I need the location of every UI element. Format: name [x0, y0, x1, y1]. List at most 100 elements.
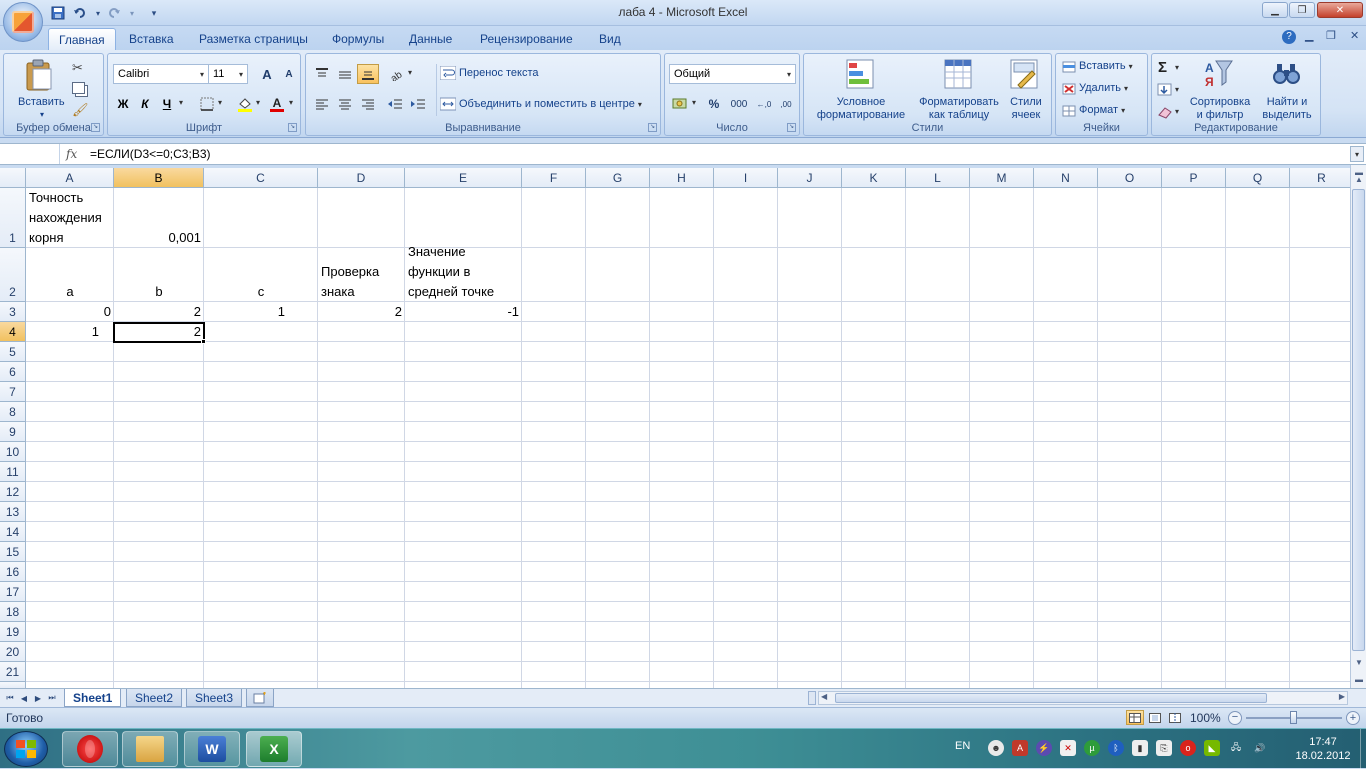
worksheet-grid[interactable]: ABCDEFGHIJKLMNOPQR 1 2 3 4 5 6 7 8 9 10 11 12 13 14 15… — [0, 168, 1350, 688]
sort-filter-line1[interactable]: Сортировка — [1185, 96, 1255, 109]
row-header-17[interactable]: 17 — [0, 582, 26, 602]
update-tray-icon[interactable]: ⚡ — [1036, 740, 1052, 756]
fill-color-icon[interactable] — [234, 94, 256, 114]
column-header-d[interactable]: D — [318, 168, 405, 188]
help-icon[interactable]: ? — [1282, 30, 1296, 44]
column-header-b[interactable]: B — [114, 168, 204, 188]
row-header-20[interactable]: 20 — [0, 642, 26, 662]
undo-dropdown-icon[interactable]: ▾ — [90, 5, 106, 21]
column-header-a[interactable]: A — [26, 168, 114, 188]
column-header-f[interactable]: F — [522, 168, 586, 188]
network-tray-icon[interactable]: 🖧 — [1228, 740, 1244, 756]
ribbon-minimize-icon[interactable]: ▁ — [1305, 29, 1313, 42]
row-header-18[interactable]: 18 — [0, 602, 26, 622]
next-sheet-icon[interactable]: ▶ — [32, 691, 44, 705]
scroll-up-icon[interactable]: ▲ — [1352, 172, 1366, 187]
tab-formulas[interactable]: Формулы — [322, 28, 394, 50]
ribbon-close-icon[interactable]: ✕ — [1350, 29, 1359, 42]
orientation-dropdown-icon[interactable]: ▾ — [408, 68, 412, 77]
row-header-5[interactable]: 5 — [0, 342, 26, 362]
cell-styles-line2[interactable]: ячеек — [1004, 109, 1048, 122]
horizontal-scrollbar[interactable]: ◀ ▶ — [818, 691, 1348, 705]
cut-icon[interactable]: ✂ — [72, 60, 83, 76]
cell-D2[interactable]: Проверка знака — [318, 262, 405, 302]
zoom-out-icon[interactable]: − — [1228, 711, 1242, 725]
column-header-m[interactable]: M — [970, 168, 1034, 188]
sort-filter-line2[interactable]: и фильтр — [1185, 109, 1255, 122]
column-header-o[interactable]: O — [1098, 168, 1162, 188]
undo-icon[interactable] — [72, 5, 88, 21]
decrease-indent-icon[interactable] — [384, 94, 406, 114]
scroll-right-icon[interactable]: ▶ — [1339, 692, 1345, 701]
security-tray-icon[interactable]: ✕ — [1060, 740, 1076, 756]
find-select-icon[interactable] — [1272, 60, 1302, 93]
skull-tray-icon[interactable]: ☻ — [988, 740, 1004, 756]
save-icon[interactable] — [50, 5, 66, 21]
vertical-scroll-thumb[interactable] — [1352, 189, 1365, 651]
conditional-formatting-line1[interactable]: Условное — [811, 96, 911, 109]
column-header-i[interactable]: I — [714, 168, 778, 188]
clipboard-launcher-icon[interactable]: ↘ — [91, 123, 100, 132]
thousands-button[interactable]: 000 — [726, 94, 752, 114]
device-tray-icon[interactable]: ▮ — [1132, 740, 1148, 756]
align-top-icon[interactable] — [311, 64, 333, 84]
insert-cells-button[interactable]: Вставить ▾ — [1062, 60, 1133, 73]
row-header-16[interactable]: 16 — [0, 562, 26, 582]
redo-dropdown-icon[interactable]: ▾ — [124, 5, 140, 21]
usb-tray-icon[interactable]: ⎘ — [1156, 740, 1172, 756]
format-painter-icon[interactable]: 🖌 — [72, 102, 89, 118]
opera-tray-icon[interactable]: o — [1180, 740, 1196, 756]
merge-center-button[interactable]: Объединить и поместить в центре ▾ — [440, 97, 642, 111]
number-launcher-icon[interactable]: ↘ — [787, 123, 796, 132]
find-select-line1[interactable]: Найти и — [1254, 96, 1320, 109]
format-as-table-icon[interactable] — [944, 59, 974, 94]
increase-indent-icon[interactable] — [407, 94, 429, 114]
show-desktop-button[interactable] — [1360, 729, 1366, 769]
borders-icon[interactable] — [196, 94, 218, 114]
cell-styles-line1[interactable]: Стили — [1004, 96, 1048, 109]
last-sheet-icon[interactable]: ⏭ — [46, 691, 58, 705]
find-select-line2[interactable]: выделить — [1254, 109, 1320, 122]
cell-B2[interactable]: b — [114, 282, 204, 302]
copy-icon[interactable] — [72, 82, 85, 94]
conditional-formatting-line2[interactable]: форматирование — [811, 109, 911, 122]
cell-D3[interactable]: 2 — [318, 302, 405, 322]
scroll-down-icon[interactable]: ▼ — [1352, 655, 1366, 670]
bluetooth-tray-icon[interactable]: ᛒ — [1108, 740, 1124, 756]
column-header-q[interactable]: Q — [1226, 168, 1290, 188]
align-middle-icon[interactable] — [334, 64, 356, 84]
next-page-icon[interactable]: ▬ — [1352, 672, 1366, 687]
decrease-decimal-button[interactable]: ,00 — [775, 94, 797, 114]
row-header-7[interactable]: 7 — [0, 382, 26, 402]
row-header-4[interactable]: 4 — [0, 322, 26, 342]
autosum-dropdown-icon[interactable]: ▾ — [1175, 63, 1179, 72]
fill-dropdown-icon[interactable]: ▾ — [1175, 85, 1179, 94]
taskbar-opera[interactable] — [62, 731, 118, 767]
row-header-21[interactable]: 21 — [0, 662, 26, 682]
cell-A3[interactable]: 0 — [26, 302, 114, 322]
name-box[interactable] — [0, 144, 60, 164]
row-header-10[interactable]: 10 — [0, 442, 26, 462]
zoom-level[interactable]: 100% — [1190, 711, 1221, 725]
clear-icon[interactable] — [1157, 105, 1173, 122]
start-button[interactable] — [4, 731, 48, 767]
italic-button[interactable]: К — [134, 94, 156, 114]
column-header-l[interactable]: L — [906, 168, 970, 188]
taskbar-explorer[interactable] — [122, 731, 178, 767]
column-header-j[interactable]: J — [778, 168, 842, 188]
nvidia-tray-icon[interactable]: ◣ — [1204, 740, 1220, 756]
ribbon-restore-icon[interactable]: ❐ — [1326, 29, 1336, 42]
underline-button[interactable]: Ч — [156, 94, 178, 114]
bold-button[interactable]: Ж — [112, 94, 134, 114]
row-header-14[interactable]: 14 — [0, 522, 26, 542]
font-launcher-icon[interactable]: ↘ — [288, 123, 297, 132]
conditional-formatting-icon[interactable] — [846, 59, 876, 94]
cell-A2[interactable]: a — [26, 282, 114, 302]
column-header-c[interactable]: C — [204, 168, 318, 188]
row-header-3[interactable]: 3 — [0, 302, 26, 322]
format-cells-button[interactable]: Формат ▾ — [1062, 104, 1125, 117]
alignment-launcher-icon[interactable]: ↘ — [648, 123, 657, 132]
page-break-view-icon[interactable] — [1166, 710, 1184, 725]
align-bottom-icon[interactable] — [357, 64, 379, 84]
format-as-table-line2[interactable]: как таблицу — [909, 109, 1009, 122]
